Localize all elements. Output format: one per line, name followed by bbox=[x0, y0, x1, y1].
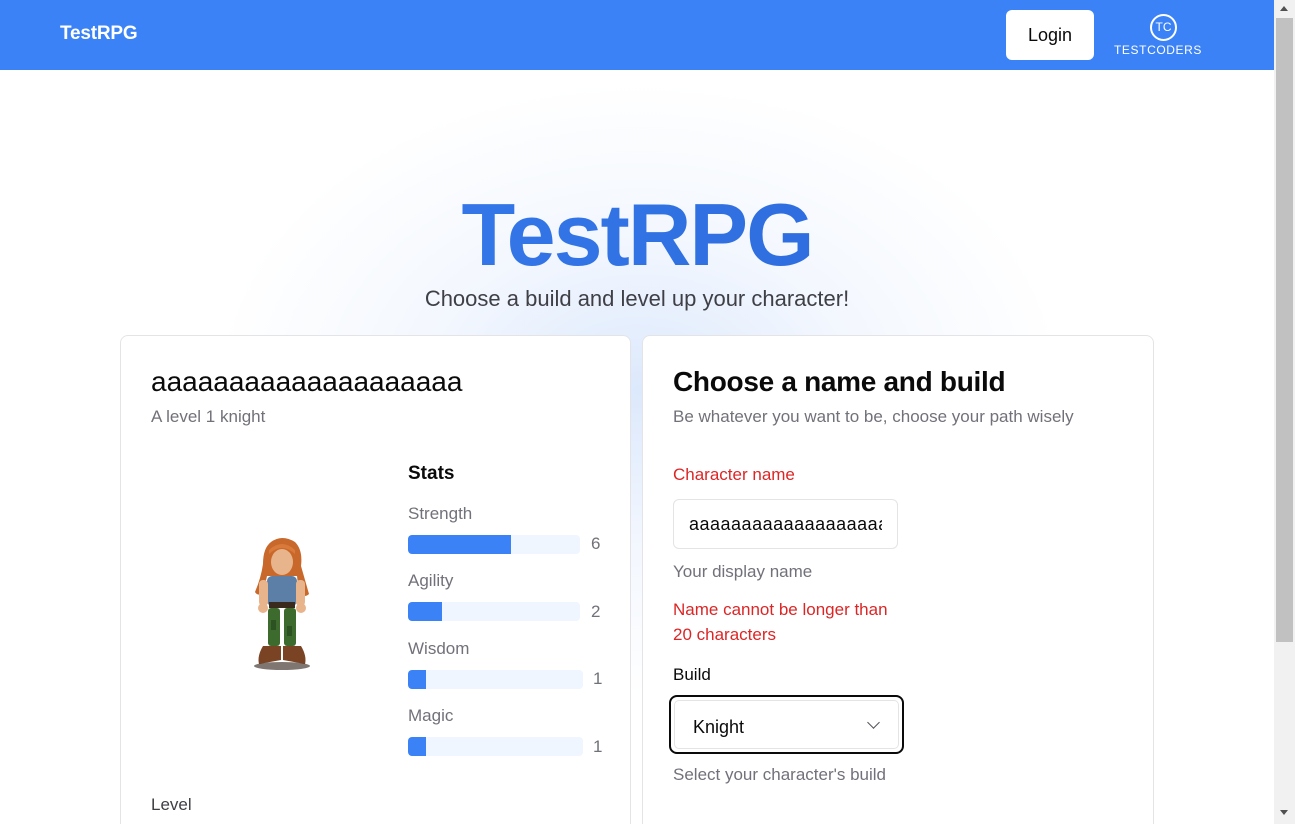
stat-label-wisdom: Wisdom bbox=[408, 639, 470, 658]
form-title: Choose a name and build bbox=[673, 366, 1006, 397]
build-label: Build bbox=[673, 665, 711, 684]
stat-label-agility: Agility bbox=[408, 571, 454, 590]
character-card: aaaaaaaaaaaaaaaaaaaa A level 1 knight St… bbox=[120, 335, 631, 824]
level-label: Level bbox=[151, 795, 192, 814]
stat-bar-agility bbox=[408, 602, 580, 621]
character-name-label: Character name bbox=[673, 465, 795, 484]
testcoders-mark-icon: TC bbox=[1150, 14, 1177, 41]
scroll-up-arrow-icon[interactable] bbox=[1280, 6, 1288, 11]
stat-value-wisdom: 1 bbox=[593, 669, 603, 688]
character-name: aaaaaaaaaaaaaaaaaaaa bbox=[151, 366, 463, 397]
stats-heading: Stats bbox=[408, 463, 455, 484]
build-select[interactable]: Knight bbox=[669, 695, 904, 754]
stat-bar-magic bbox=[408, 737, 583, 756]
stat-value-strength: 6 bbox=[591, 534, 601, 553]
build-select-box[interactable]: Knight bbox=[674, 700, 899, 749]
stat-bar-wisdom bbox=[408, 670, 583, 689]
character-sprite bbox=[254, 538, 310, 670]
stat-bar-fill bbox=[408, 737, 426, 756]
chevron-down-icon[interactable] bbox=[867, 716, 880, 729]
form-description: Be whatever you want to be, choose your … bbox=[673, 407, 1074, 426]
character-name-input[interactable] bbox=[673, 499, 898, 549]
stat-label-magic: Magic bbox=[408, 706, 454, 725]
stat-bar-fill bbox=[408, 535, 512, 554]
stat-bar-fill bbox=[408, 670, 426, 689]
build-select-value: Knight bbox=[693, 717, 745, 737]
hero-subtitle: Choose a build and level up your charact… bbox=[424, 286, 850, 311]
testcoders-logo[interactable]: TC TESTCODERS bbox=[1112, 12, 1216, 60]
login-button[interactable]: Login bbox=[1006, 10, 1094, 60]
page-scrollbar[interactable] bbox=[1274, 0, 1295, 824]
character-name-help: Your display name bbox=[673, 562, 813, 581]
testcoders-wordmark: TESTCODERS bbox=[1114, 43, 1203, 57]
character-description: A level 1 knight bbox=[151, 407, 266, 426]
stat-bar-fill bbox=[408, 602, 443, 621]
scrollbar-thumb[interactable] bbox=[1276, 18, 1293, 642]
stat-value-magic: 1 bbox=[593, 737, 603, 756]
hero-title: TestRPG bbox=[0, 184, 1274, 286]
stat-bar-strength bbox=[408, 535, 580, 554]
scroll-down-arrow-icon[interactable] bbox=[1280, 810, 1288, 815]
stat-label-strength: Strength bbox=[408, 504, 473, 523]
character-name-error: Name cannot be longer than 20 characters bbox=[673, 600, 888, 644]
build-form-card: Choose a name and build Be whatever you … bbox=[642, 335, 1154, 824]
top-navbar: TestRPG Login TC TESTCODERS bbox=[0, 0, 1274, 70]
stat-value-agility: 2 bbox=[591, 602, 601, 621]
build-help: Select your character's build bbox=[673, 765, 887, 784]
brand-logo[interactable]: TestRPG bbox=[60, 23, 138, 45]
